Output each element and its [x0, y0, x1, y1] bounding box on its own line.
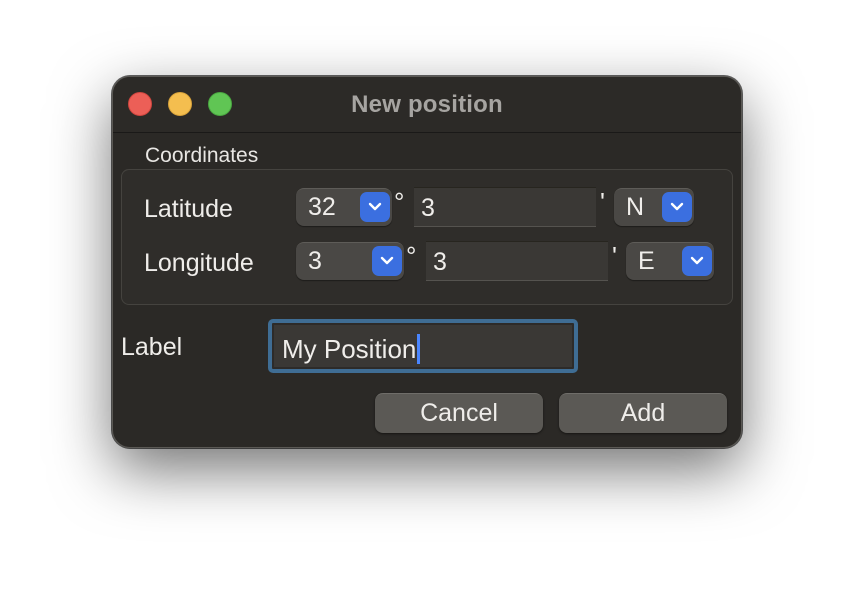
label-field-label: Label	[121, 333, 183, 361]
longitude-minute-symbol: '	[612, 241, 617, 271]
longitude-hemisphere-value: E	[638, 247, 655, 275]
longitude-minutes-value: 3	[433, 248, 447, 276]
longitude-degree-symbol: °	[406, 241, 417, 271]
latitude-label: Latitude	[144, 195, 233, 223]
latitude-degrees-value: 32	[308, 193, 336, 221]
label-input-value: My Position	[282, 334, 421, 365]
longitude-minutes-field[interactable]: 3	[426, 241, 608, 281]
coordinates-group: Latitude 32 ° 3 ' N Longitude 3 ° 3 ' E	[121, 169, 733, 305]
longitude-degrees-select[interactable]: 3	[296, 242, 404, 280]
add-button[interactable]: Add	[559, 393, 727, 433]
window-title: New position	[351, 91, 503, 118]
coordinates-group-label: Coordinates	[145, 144, 259, 167]
longitude-label: Longitude	[144, 249, 254, 277]
cancel-button[interactable]: Cancel	[375, 393, 543, 433]
text-caret	[417, 334, 421, 364]
latitude-hemisphere-value: N	[626, 193, 645, 221]
title-bar[interactable]: New position	[113, 77, 741, 133]
chevron-down-icon	[662, 192, 692, 222]
chevron-down-icon	[372, 246, 402, 276]
label-input-inner: My Position	[274, 325, 572, 367]
latitude-degree-symbol: °	[394, 187, 405, 217]
chevron-down-icon	[682, 246, 712, 276]
chevron-down-icon	[360, 192, 390, 222]
new-position-dialog: New position Coordinates Latitude 32 ° 3…	[112, 76, 742, 448]
longitude-degrees-value: 3	[308, 247, 322, 275]
latitude-degrees-select[interactable]: 32	[296, 188, 392, 226]
latitude-minutes-field[interactable]: 3	[414, 187, 596, 227]
label-input[interactable]: My Position	[268, 319, 578, 373]
longitude-hemisphere-select[interactable]: E	[626, 242, 714, 280]
latitude-hemisphere-select[interactable]: N	[614, 188, 694, 226]
latitude-minute-symbol: '	[600, 187, 605, 217]
latitude-minutes-value: 3	[421, 194, 435, 222]
